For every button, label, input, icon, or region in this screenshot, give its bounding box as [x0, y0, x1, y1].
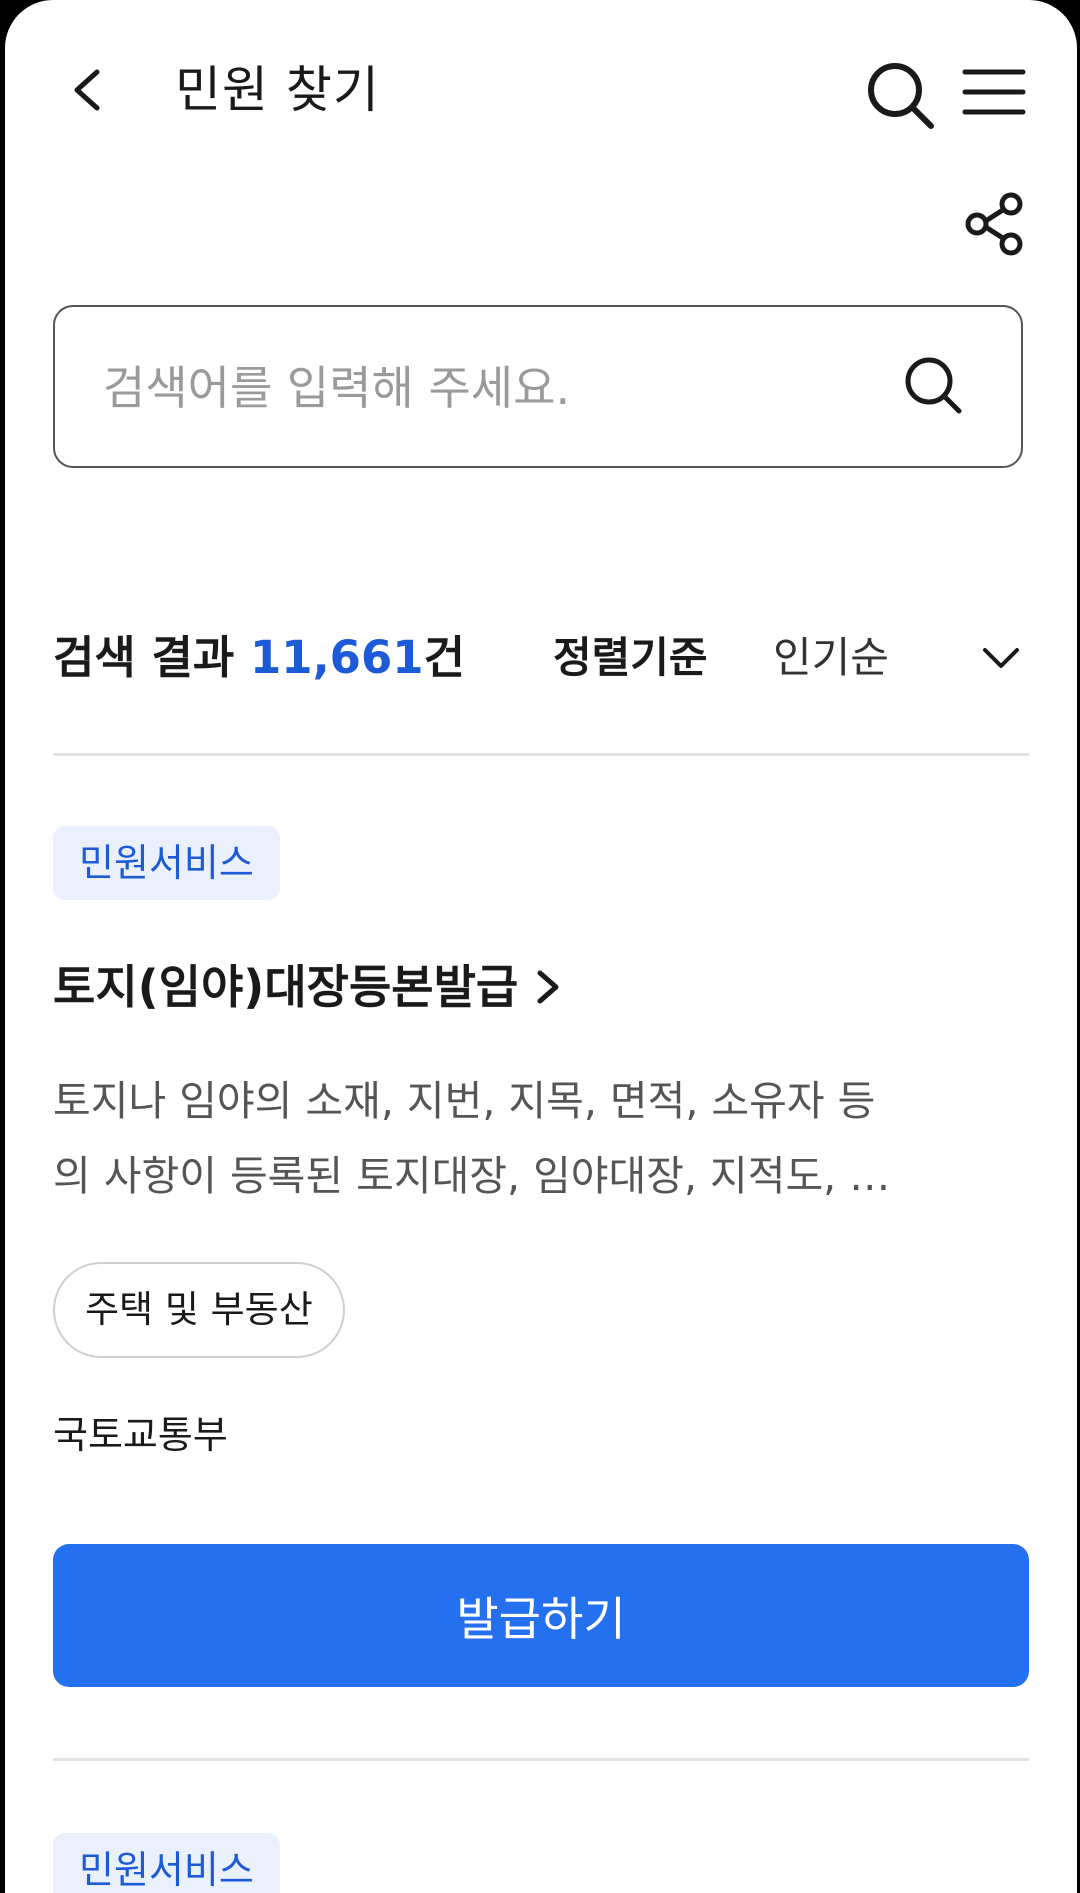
sort-value: 인기순 [773, 633, 889, 682]
category-badge: 민원서비스 [53, 1833, 280, 1893]
service-description: 토지나 임야의 소재, 지번, 지목, 면적, 소유자 등 의 사항이 등록된 … [53, 1064, 1013, 1214]
menu-button[interactable] [961, 62, 1027, 122]
issue-button[interactable]: 발급하기 [53, 1544, 1029, 1687]
search-icon [905, 357, 962, 414]
result-label-text: 검색 결과 [53, 631, 235, 684]
tag-chip[interactable]: 주택 및 부동산 [53, 1262, 345, 1358]
search-icon [868, 63, 934, 129]
result-count-label: 검색 결과 11,661건 [53, 622, 465, 694]
back-button[interactable] [61, 60, 121, 120]
search-submit-button[interactable] [899, 351, 969, 421]
search-input[interactable] [101, 307, 905, 468]
category-badge: 민원서비스 [53, 826, 280, 900]
result-summary: 검색 결과 11,661건 정렬기준 인기순 [53, 622, 1029, 694]
service-title-text: 토지(임야)대장등본발급 [53, 960, 519, 1014]
hamburger-menu-icon [962, 69, 1026, 115]
chevron-down-icon [983, 648, 1019, 668]
sort-dropdown[interactable]: 인기순 [773, 622, 1029, 694]
chevron-right-icon [537, 970, 559, 1003]
divider [53, 753, 1029, 756]
divider [53, 1758, 1029, 1761]
chevron-left-icon [74, 69, 100, 111]
service-title-link[interactable]: 토지(임야)대장등본발급 [53, 952, 564, 1022]
header-search-button[interactable] [863, 58, 937, 132]
search-box [53, 305, 1023, 468]
share-button[interactable] [963, 192, 1027, 256]
app-screen: 민원 찾기 검색어를 입력해 주세요. 검색 결과 11,661건 정렬기준 인… [5, 0, 1077, 1893]
agency-name: 국토교통부 [53, 1413, 228, 1457]
description-line: 의 사항이 등록된 토지대장, 임야대장, 지적도, … [53, 1152, 891, 1200]
result-count: 11,661 [249, 631, 424, 684]
sort-label: 정렬기준 [553, 633, 708, 682]
result-unit: 건 [423, 631, 466, 684]
description-line: 토지나 임야의 소재, 지번, 지목, 면적, 소유자 등 [53, 1077, 876, 1125]
app-header: 민원 찾기 [5, 0, 1077, 180]
share-icon [965, 192, 1023, 256]
page-title: 민원 찾기 [175, 61, 380, 119]
